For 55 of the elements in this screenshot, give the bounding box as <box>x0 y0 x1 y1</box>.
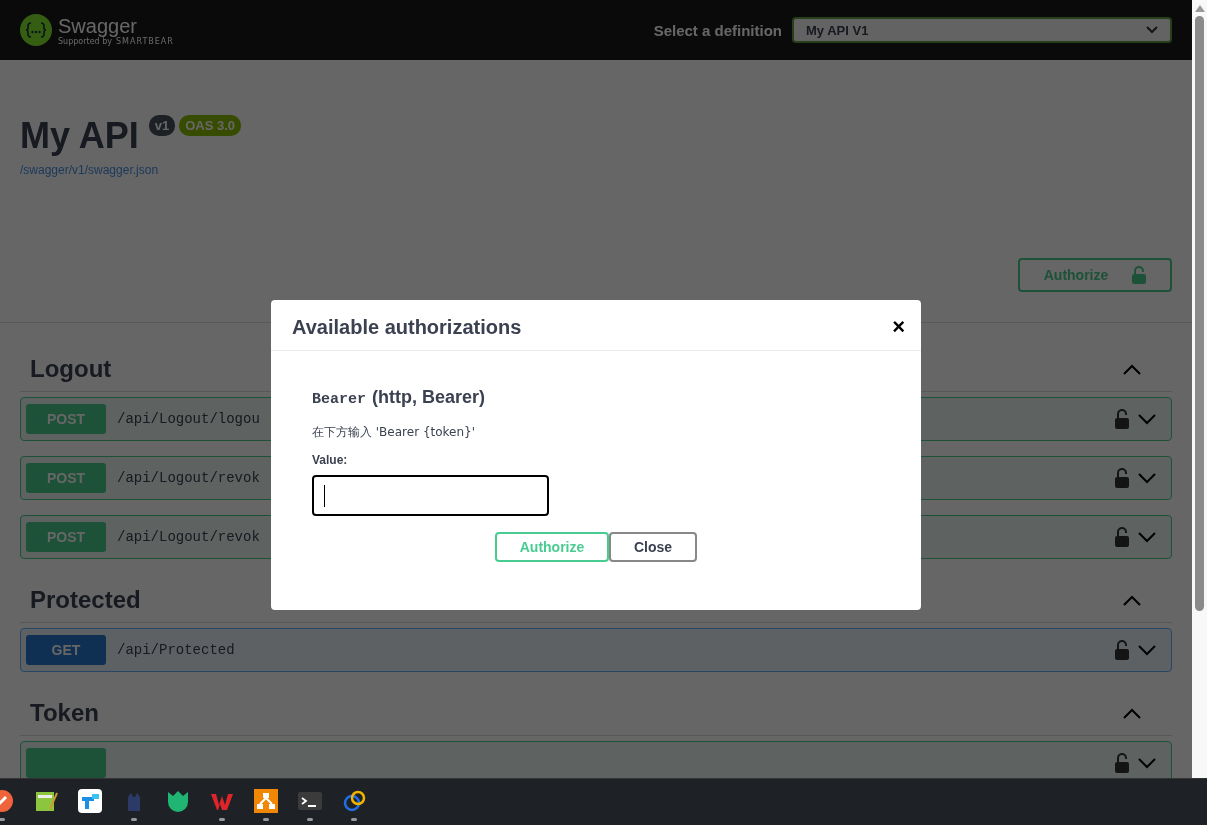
chevron-down-icon[interactable] <box>1137 413 1157 425</box>
unlocked-padlock-icon[interactable] <box>1114 640 1130 660</box>
section-title[interactable]: Logout <box>30 355 112 383</box>
logo-name: Swagger <box>58 14 138 37</box>
logo-tagline: Supported by <box>58 36 112 46</box>
scheme-description: 在下方输入 'Bearer {token}' <box>312 424 476 441</box>
method-badge: POST <box>26 404 106 434</box>
authorize-button[interactable]: Authorize <box>495 532 609 562</box>
endpoint-path: /api/Protected <box>117 642 235 658</box>
unlocked-padlock-icon[interactable] <box>1114 753 1130 773</box>
scroll-thumb[interactable] <box>1195 16 1204 611</box>
version-badge: v1 <box>148 115 176 136</box>
scrollbar[interactable] <box>1192 0 1207 778</box>
unlocked-padlock-icon <box>1132 266 1147 284</box>
chevron-up-icon[interactable] <box>1122 363 1142 375</box>
oas-badge: OAS 3.0 <box>179 115 241 136</box>
section-title[interactable]: Token <box>30 699 99 727</box>
close-button[interactable]: Close <box>609 532 697 562</box>
method-badge: POST <box>26 463 106 493</box>
definition-select[interactable]: My API V1 <box>792 17 1172 43</box>
value-label: Value: <box>312 453 349 467</box>
endpoint-path: /api/Logout/revok <box>117 470 260 486</box>
chevron-down-icon[interactable] <box>1137 472 1157 484</box>
notepad-app-icon[interactable] <box>34 789 58 813</box>
method-badge: GET <box>26 635 106 665</box>
spec-link[interactable]: /swagger/v1/swagger.json <box>20 163 159 177</box>
close-button[interactable]: × <box>890 314 907 340</box>
chevron-up-icon[interactable] <box>1122 594 1142 606</box>
unlocked-padlock-icon[interactable] <box>1114 409 1130 429</box>
unlocked-padlock-icon[interactable] <box>1114 468 1130 488</box>
section-title[interactable]: Protected <box>30 586 141 614</box>
chevron-down-icon[interactable] <box>1137 757 1157 769</box>
dialog-title: Available authorizations <box>292 315 522 339</box>
value-input-field[interactable] <box>312 475 549 516</box>
scroll-up-icon[interactable] <box>1194 4 1205 12</box>
chevron-down-icon[interactable] <box>1137 644 1157 656</box>
terminal-app-icon[interactable] <box>298 789 322 813</box>
diagram-app-icon[interactable] <box>254 789 278 813</box>
chevron-up-icon[interactable] <box>1122 707 1142 719</box>
scheme-name: Bearer <box>312 391 366 408</box>
api-title: My API <box>20 115 139 157</box>
definition-label: Select a definition <box>653 21 782 39</box>
tulip-app-icon[interactable] <box>166 789 190 813</box>
tiles-app-icon[interactable] <box>78 789 102 813</box>
unlocked-padlock-icon[interactable] <box>1114 527 1130 547</box>
logo-icon <box>20 14 52 46</box>
chevron-down-icon <box>1146 26 1158 34</box>
endpoint-path: /api/Logout/logou <box>117 411 260 427</box>
endpoint-path: /api/Logout/revok <box>117 529 260 545</box>
logo-brand: SMARTBEAR <box>116 36 174 46</box>
chevron-down-icon[interactable] <box>1137 531 1157 543</box>
authorize-button[interactable]: Authorize <box>1018 258 1172 292</box>
scheme-type: (http, Bearer) <box>372 387 486 408</box>
method-badge: POST <box>26 522 106 552</box>
rings-app-icon[interactable] <box>342 789 366 813</box>
